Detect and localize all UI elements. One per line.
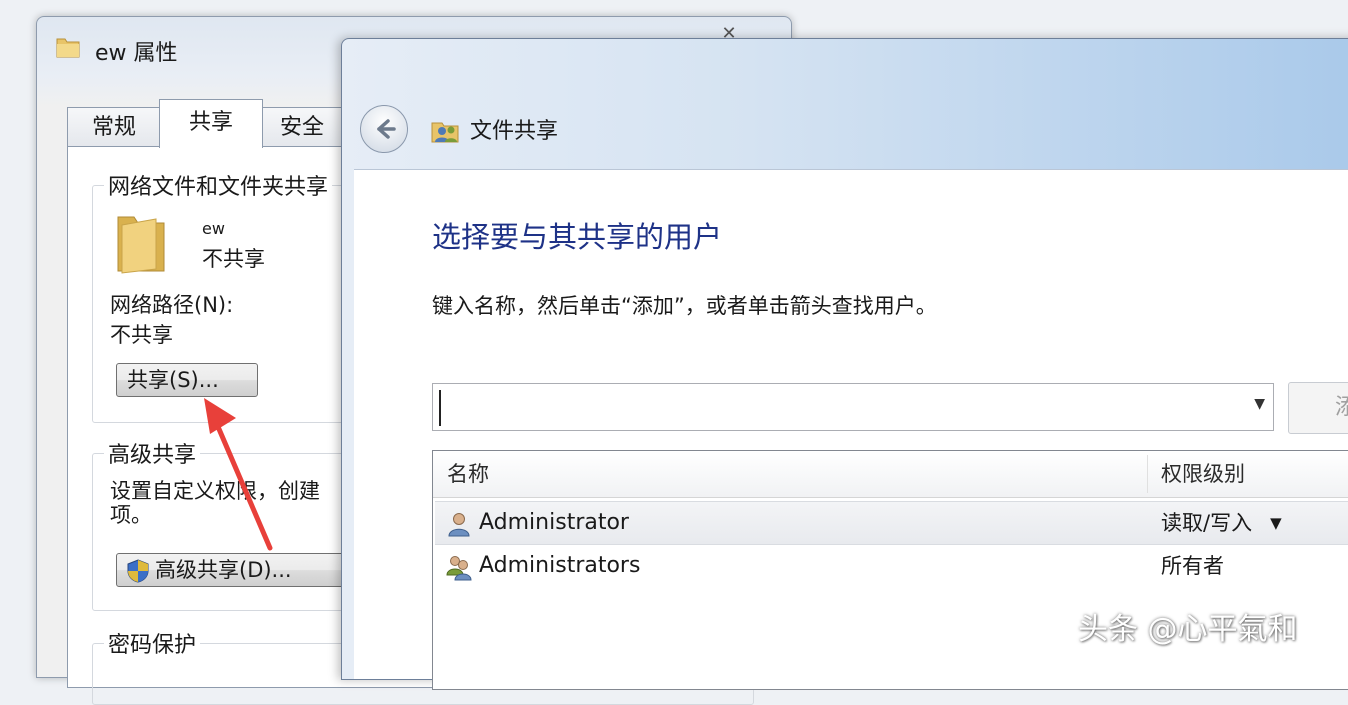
tab-sharing[interactable]: 共享 bbox=[159, 99, 263, 148]
column-header-permission[interactable]: 权限级别 bbox=[1161, 451, 1245, 497]
file-sharing-content: 选择要与其共享的用户 键入名称，然后单击“添加”，或者单击箭头查找用户。 ▼ 添… bbox=[354, 169, 1348, 690]
tab-security[interactable]: 安全 bbox=[261, 107, 343, 148]
user-name-combobox[interactable]: ▼ bbox=[432, 383, 1274, 431]
column-divider[interactable] bbox=[1147, 455, 1148, 493]
list-item[interactable]: Administrator 读取/写入 ▼ bbox=[435, 501, 1348, 545]
dropdown-arrow-icon[interactable]: ▼ bbox=[1270, 514, 1282, 532]
password-protection-title: 密码保护 bbox=[104, 627, 201, 659]
user-name: Administrators bbox=[479, 553, 641, 578]
sharing-users-icon bbox=[431, 122, 459, 143]
folder-icon bbox=[117, 216, 165, 274]
network-path-value: 不共享 bbox=[110, 323, 173, 347]
folder-name: ew bbox=[202, 219, 225, 238]
tab-general[interactable]: 常规 bbox=[67, 107, 161, 148]
permission-level-dropdown[interactable]: 读取/写入 ▼ bbox=[1161, 502, 1282, 546]
file-sharing-title: 文件共享 bbox=[470, 119, 559, 144]
back-arrow-icon bbox=[377, 119, 396, 139]
list-header: 名称 权限级别 bbox=[433, 451, 1348, 498]
back-button[interactable] bbox=[360, 105, 408, 153]
user-icon bbox=[448, 513, 470, 537]
network-sharing-title: 网络文件和文件夹共享 bbox=[104, 169, 333, 201]
properties-title: ew 属性 bbox=[95, 41, 178, 66]
file-sharing-window: 文件共享 选择要与其共享的用户 键入名称，然后单击“添加”，或者单击箭头查找用户… bbox=[341, 38, 1348, 690]
network-path-label: 网络路径(N): bbox=[110, 293, 234, 317]
permission-level: 所有者 bbox=[1161, 554, 1224, 578]
advanced-sharing-button-label: 高级共享(D)... bbox=[155, 558, 292, 582]
dropdown-arrow-icon[interactable]: ▼ bbox=[1254, 396, 1265, 412]
advanced-sharing-description-cont: 项。 bbox=[110, 503, 152, 527]
watermark: 头条 @心平氣和 bbox=[1078, 612, 1298, 647]
advanced-sharing-title: 高级共享 bbox=[104, 437, 201, 469]
page-heading: 选择要与其共享的用户 bbox=[432, 220, 723, 254]
folder-share-status: 不共享 bbox=[202, 247, 265, 271]
share-button[interactable]: 共享(S)... bbox=[116, 363, 258, 397]
group-icon bbox=[446, 556, 472, 581]
shared-users-list: 名称 权限级别 Administrator 读取/写入 ▼ Administra… bbox=[432, 450, 1348, 690]
uac-shield-icon bbox=[127, 559, 149, 583]
folder-icon bbox=[56, 38, 80, 58]
column-header-name[interactable]: 名称 bbox=[447, 451, 489, 497]
user-name: Administrator bbox=[479, 510, 629, 535]
add-button[interactable]: 添 bbox=[1288, 382, 1348, 434]
permission-level: 读取/写入 bbox=[1161, 511, 1253, 535]
list-item[interactable]: Administrators 所有者 bbox=[435, 545, 1348, 587]
instruction-text: 键入名称，然后单击“添加”，或者单击箭头查找用户。 bbox=[432, 294, 937, 318]
user-name-input[interactable] bbox=[439, 390, 1245, 426]
file-sharing-title-bar[interactable]: 文件共享 bbox=[342, 39, 1348, 169]
